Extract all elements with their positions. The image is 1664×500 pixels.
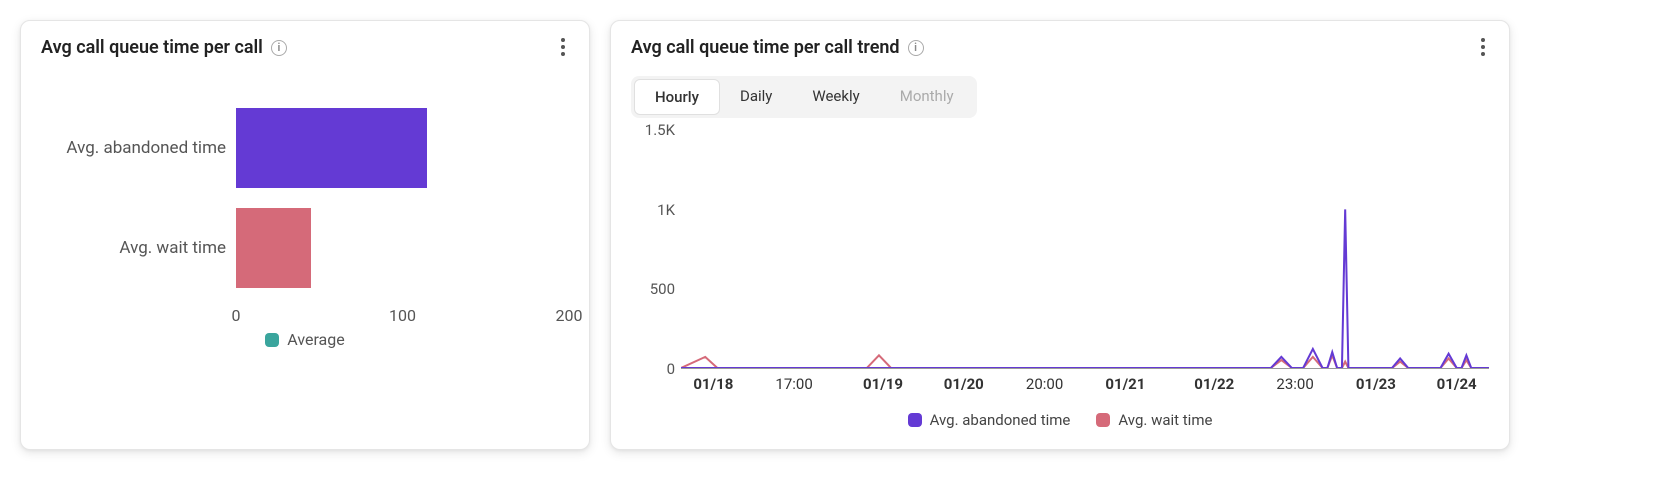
legend-label: Avg. abandoned time	[930, 411, 1071, 429]
card-title: Avg call queue time per call trend	[631, 37, 900, 58]
segment-monthly: Monthly	[880, 79, 974, 115]
more-menu-button[interactable]	[551, 35, 575, 59]
x-tick: 23:00	[1276, 375, 1313, 393]
hbar-wait	[236, 208, 311, 288]
hbar-row: Avg. abandoned time	[41, 98, 569, 198]
y-tick: 1.5K	[645, 121, 675, 139]
granularity-segmented-control: Hourly Daily Weekly Monthly	[631, 76, 977, 118]
trend-svg	[681, 130, 1489, 368]
hbar-abandoned	[236, 108, 427, 188]
hbar-track	[236, 98, 569, 198]
x-tick: 100	[389, 306, 416, 325]
card-title: Avg call queue time per call	[41, 37, 263, 58]
legend-swatch-icon	[1096, 413, 1110, 427]
hbar-row: Avg. wait time	[41, 198, 569, 298]
x-tick: 01/23	[1356, 375, 1396, 393]
legend-label: Avg. wait time	[1118, 411, 1212, 429]
more-menu-button[interactable]	[1471, 35, 1495, 59]
hbar-label: Avg. abandoned time	[41, 138, 236, 158]
card-avg-call-queue-time: Avg call queue time per call i Avg. aban…	[20, 20, 590, 450]
plot-area	[681, 130, 1489, 369]
x-tick: 01/24	[1437, 375, 1477, 393]
y-tick: 0	[667, 360, 675, 378]
x-axis: 01/18 17:00 01/19 01/20 20:00 01/21 01/2…	[681, 375, 1489, 397]
legend-label: Average	[287, 330, 344, 349]
hbar-track	[236, 198, 569, 298]
y-tick: 500	[650, 280, 675, 298]
card-header: Avg call queue time per call trend i	[631, 37, 1489, 58]
x-tick: 200	[556, 306, 583, 325]
hbar-chart: Avg. abandoned time Avg. wait time 0 100…	[41, 58, 569, 429]
x-tick: 20:00	[1026, 375, 1063, 393]
card-header: Avg call queue time per call i	[41, 37, 569, 58]
legend-swatch-icon	[265, 333, 279, 347]
legend-swatch-icon	[908, 413, 922, 427]
legend-item-wait: Avg. wait time	[1096, 411, 1212, 429]
card-avg-call-queue-time-trend: Avg call queue time per call trend i Hou…	[610, 20, 1510, 450]
y-axis: 0 500 1K 1.5K	[631, 130, 681, 369]
x-tick: 01/22	[1194, 375, 1234, 393]
line-chart: 0 500 1K 1.5K	[631, 130, 1489, 369]
y-tick: 1K	[657, 201, 675, 219]
x-tick: 01/21	[1105, 375, 1145, 393]
hbar-label: Avg. wait time	[41, 238, 236, 258]
legend-item-abandoned: Avg. abandoned time	[908, 411, 1071, 429]
info-icon[interactable]: i	[908, 40, 924, 56]
legend: Avg. abandoned time Avg. wait time	[631, 411, 1489, 429]
line-abandoned-time	[681, 209, 1489, 368]
segment-hourly[interactable]: Hourly	[634, 79, 720, 115]
legend: Average	[41, 330, 569, 349]
info-icon[interactable]: i	[271, 40, 287, 56]
x-tick: 01/19	[863, 375, 903, 393]
segment-weekly[interactable]: Weekly	[792, 79, 879, 115]
line-wait-time	[681, 355, 1489, 368]
segment-daily[interactable]: Daily	[720, 79, 792, 115]
x-tick: 17:00	[775, 375, 812, 393]
x-tick: 01/18	[693, 375, 733, 393]
x-tick: 0	[232, 306, 241, 325]
x-tick: 01/20	[944, 375, 984, 393]
